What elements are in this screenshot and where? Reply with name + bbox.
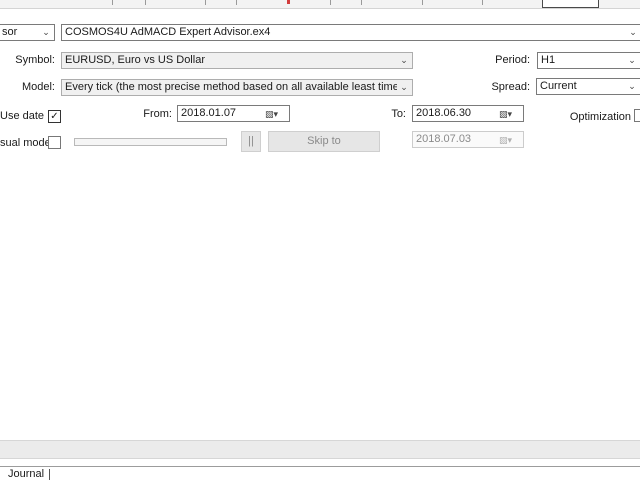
chevron-down-icon: ⌄ <box>629 27 637 37</box>
calendar-icon[interactable]: ▧▾ <box>265 107 287 120</box>
toolbar-separator <box>205 0 206 5</box>
expert-file-select[interactable]: COSMOS4U AdMACD Expert Advisor.ex4 ⌄ <box>61 24 640 41</box>
expert-file-value: COSMOS4U AdMACD Expert Advisor.ex4 <box>65 26 271 38</box>
spread-input[interactable]: Current ⌄ <box>536 78 640 95</box>
optimization-label: Optimization <box>569 111 631 123</box>
toolbar-separator <box>361 0 362 5</box>
to-date-picker[interactable]: 2018.06.30 ▧▾ <box>412 105 524 122</box>
calendar-icon: ▧▾ <box>499 135 513 145</box>
skip-to-button[interactable]: Skip to <box>268 131 380 152</box>
period-label: Period: <box>495 54 530 66</box>
period-select[interactable]: H1 ⌄ <box>537 52 640 69</box>
symbol-label: Symbol: <box>15 54 55 66</box>
model-select[interactable]: Every tick (the most precise method base… <box>61 79 413 96</box>
model-label: Model: <box>21 81 55 93</box>
visual-mode-label: sual mode <box>0 137 51 149</box>
pause-icon: || <box>248 135 254 147</box>
checkmark-icon: ✓ <box>50 111 59 122</box>
toolbar-separator <box>330 0 331 5</box>
symbol-select[interactable]: EURUSD, Euro vs US Dollar ⌄ <box>61 52 413 69</box>
visual-speed-slider[interactable] <box>74 138 227 146</box>
visual-mode-checkbox[interactable] <box>48 136 61 149</box>
toolbar-separator <box>422 0 423 5</box>
toolbar-separator <box>482 0 483 5</box>
chevron-down-icon: ⌄ <box>400 55 408 65</box>
toolbar-separator <box>236 0 237 5</box>
tab-journal[interactable]: Journal <box>8 468 44 480</box>
expert-type-value: sor <box>2 26 18 38</box>
symbol-value: EURUSD, Euro vs US Dollar <box>65 54 205 66</box>
chevron-down-icon: ⌄ <box>42 27 50 37</box>
tab-separator <box>49 469 50 480</box>
status-bar <box>0 440 640 459</box>
chevron-down-icon: ⌄ <box>397 80 411 95</box>
skip-to-date-picker[interactable]: 2018.07.03 ▧▾ <box>412 131 524 148</box>
spread-label: Spread: <box>491 81 530 93</box>
toolbar-separator <box>112 0 113 5</box>
toolbar-button[interactable] <box>542 0 599 8</box>
model-value: Every tick (the most precise method base… <box>65 81 397 93</box>
to-date-value: 2018.06.30 <box>416 107 472 119</box>
spread-value: Current <box>540 80 577 92</box>
optimization-checkbox[interactable] <box>634 109 640 122</box>
calendar-icon[interactable]: ▧▾ <box>499 107 521 120</box>
from-date-picker[interactable]: 2018.01.07 ▧▾ <box>177 105 290 122</box>
pause-button[interactable]: || <box>241 131 261 152</box>
use-date-label: Use date <box>0 110 45 122</box>
from-label: From: <box>143 108 172 120</box>
from-date-value: 2018.01.07 <box>181 107 237 119</box>
toolbar-red-marker <box>287 0 290 4</box>
terminal-tabs: Journal <box>0 466 640 480</box>
toolbar-separator <box>145 0 146 5</box>
chevron-down-icon: ⌄ <box>628 55 636 65</box>
skip-to-label: Skip to <box>307 135 341 147</box>
chevron-down-icon: ⌄ <box>628 81 636 91</box>
skip-to-date-value: 2018.07.03 <box>416 133 472 145</box>
expert-type-select[interactable]: sor ⌄ <box>0 24 55 41</box>
period-value: H1 <box>541 54 556 66</box>
to-label: To: <box>391 108 406 120</box>
use-date-checkbox[interactable]: ✓ <box>48 110 61 123</box>
top-toolbar-strip <box>0 0 640 9</box>
